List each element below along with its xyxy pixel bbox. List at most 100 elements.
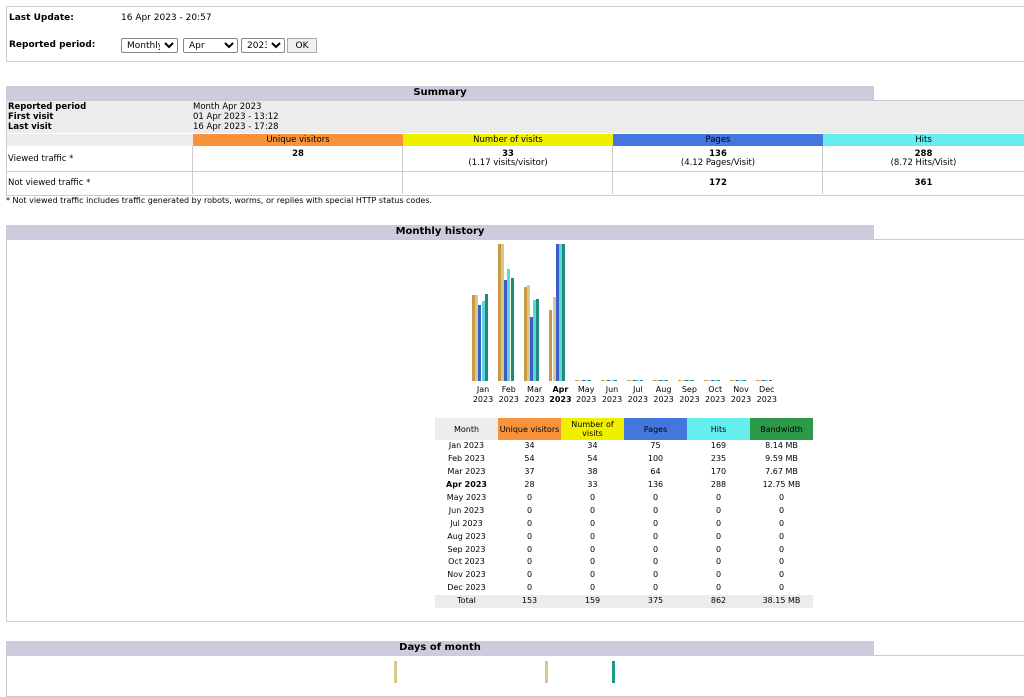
bandwidth-cell: 0 (778, 570, 785, 580)
month-axis-month: Aug (655, 385, 672, 394)
visits-cell: 0 (589, 505, 596, 515)
unique-visitors-cell: 0 (526, 557, 533, 567)
day-bar (612, 661, 615, 683)
th-number-of-visits: Number of visits (561, 418, 624, 440)
visits-cell: 0 (589, 493, 596, 502)
pages-cell: 0 (652, 518, 659, 528)
th-month: Month (435, 418, 498, 440)
traffic-footnote: * Not viewed traffic includes traffic ge… (6, 196, 433, 205)
last-update-label: Last Update: (9, 13, 74, 23)
unique-visitors-cell: 0 (526, 505, 533, 515)
table-row: Dec 2023 0 0 0 0 0 (435, 582, 813, 595)
reported-period-value: Month Apr 2023 (193, 102, 262, 112)
month-cell: Sep 2023 (447, 544, 486, 554)
month-axis-label: Mar 2023 (522, 385, 548, 405)
last-update-value: 16 Apr 2023 - 20:57 (121, 13, 212, 23)
table-row: Feb 2023 54 54 100 235 9.59 MB (435, 453, 813, 466)
month-axis-label: Aug 2023 (651, 385, 677, 405)
day-bar (394, 661, 397, 683)
bandwidth-bar (742, 380, 746, 381)
th-unique-visitors: Unique visitors (498, 418, 561, 440)
hits-cell: 0 (715, 583, 722, 593)
col-unique-visitors: Unique visitors (193, 134, 403, 146)
period-month-select[interactable]: Apr (183, 38, 238, 53)
visits-cell: 0 (589, 518, 596, 528)
monthly-history-title: Monthly history (6, 225, 874, 239)
month-axis-year: 2023 (472, 395, 494, 404)
month-axis-label: Nov 2023 (728, 385, 754, 405)
summary-title: Summary (6, 86, 874, 100)
month-axis-label: Apr 2023 (547, 385, 573, 405)
unique-visitors-cell: 0 (526, 570, 533, 580)
hits-cell: 288 (710, 480, 727, 490)
month-axis-month: Dec (759, 385, 775, 394)
col-hits: Hits (823, 134, 1024, 146)
month-axis-year: 2023 (730, 395, 752, 404)
pages-cell: 136 (647, 480, 664, 490)
visits-cell: 0 (589, 531, 596, 541)
pages-cell: 100 (647, 454, 664, 464)
not-viewed-hits-value: 361 (914, 178, 933, 188)
viewed-hits-ratio: (8.72 Hits/Visit) (890, 158, 957, 168)
hits-cell: 0 (715, 544, 722, 554)
total-row: Total 153 159 375 862 38.15 MB (435, 594, 813, 608)
month-cell: Nov 2023 (447, 570, 486, 580)
month-axis-year: 2023 (576, 395, 597, 404)
table-row: Apr 2023 28 33 136 288 12.75 MB (435, 479, 813, 492)
month-axis-year: 2023 (679, 395, 700, 404)
bandwidth-cell: 0 (778, 557, 785, 567)
period-year-select[interactable]: 2023 (241, 38, 285, 53)
total-bandwidth-cell: 38.15 MB (750, 594, 813, 608)
bandwidth-bar (484, 293, 488, 381)
month-axis-month: Jul (632, 385, 643, 394)
month-axis-year: 2023 (524, 395, 545, 404)
summary-header-spacer (7, 134, 193, 146)
unique-visitors-cell: 0 (526, 493, 533, 502)
month-axis-month: Mar (527, 385, 543, 394)
visits-cell: 0 (589, 583, 596, 593)
first-visit-value: 01 Apr 2023 - 13:12 (193, 112, 279, 122)
month-axis-year: 2023 (627, 395, 648, 404)
visits-cell: 0 (589, 557, 596, 567)
hits-cell: 0 (715, 570, 722, 580)
month-axis-year: 2023 (549, 395, 572, 404)
month-cell: Jun 2023 (448, 505, 485, 515)
month-axis-label: Jun 2023 (599, 385, 625, 405)
visits-cell: 54 (587, 454, 598, 464)
bandwidth-cell: 0 (778, 531, 785, 541)
not-viewed-pages-value: 172 (709, 178, 727, 188)
pages-cell: 0 (652, 583, 659, 593)
month-axis-month: Feb (501, 385, 516, 394)
table-row: Jan 2023 34 34 75 169 8.14 MB (435, 440, 813, 453)
period-type-select[interactable]: Monthly (121, 38, 178, 53)
table-row: Oct 2023 0 0 0 0 0 (435, 556, 813, 569)
month-axis-label: Dec 2023 (754, 385, 780, 405)
table-row: Jul 2023 0 0 0 0 0 (435, 517, 813, 530)
pages-cell: 0 (652, 544, 659, 554)
total-month-cell: Total (435, 594, 498, 608)
bandwidth-cell: 0 (778, 583, 785, 593)
visits-cell: 0 (589, 544, 596, 554)
month-axis-year: 2023 (498, 395, 519, 404)
bandwidth-bar (639, 380, 643, 381)
hits-cell: 0 (715, 531, 722, 541)
unique-visitors-cell: 0 (526, 531, 533, 541)
table-row: Jun 2023 0 0 0 0 0 (435, 504, 813, 517)
bandwidth-bar (510, 277, 514, 381)
bandwidth-cell: 12.75 MB (762, 480, 801, 490)
reported-period-label: Reported period: (9, 40, 96, 50)
month-cell: May 2023 (446, 493, 487, 502)
header-box: Last Update: 16 Apr 2023 - 20:57 Reporte… (6, 6, 1024, 62)
bandwidth-bar (536, 298, 540, 381)
bandwidth-cell: 0 (778, 544, 785, 554)
month-axis-month: Jun (605, 385, 619, 394)
pages-cell: 0 (652, 557, 659, 567)
th-hits: Hits (687, 418, 750, 440)
hits-cell: 0 (715, 518, 722, 528)
bandwidth-cell: 0 (778, 505, 785, 515)
month-axis-label: Sep 2023 (676, 385, 702, 405)
ok-button[interactable]: OK (287, 38, 317, 53)
bandwidth-bar (665, 380, 669, 381)
reported-period-key: Reported period (8, 102, 87, 112)
table-row: Nov 2023 0 0 0 0 0 (435, 569, 813, 582)
